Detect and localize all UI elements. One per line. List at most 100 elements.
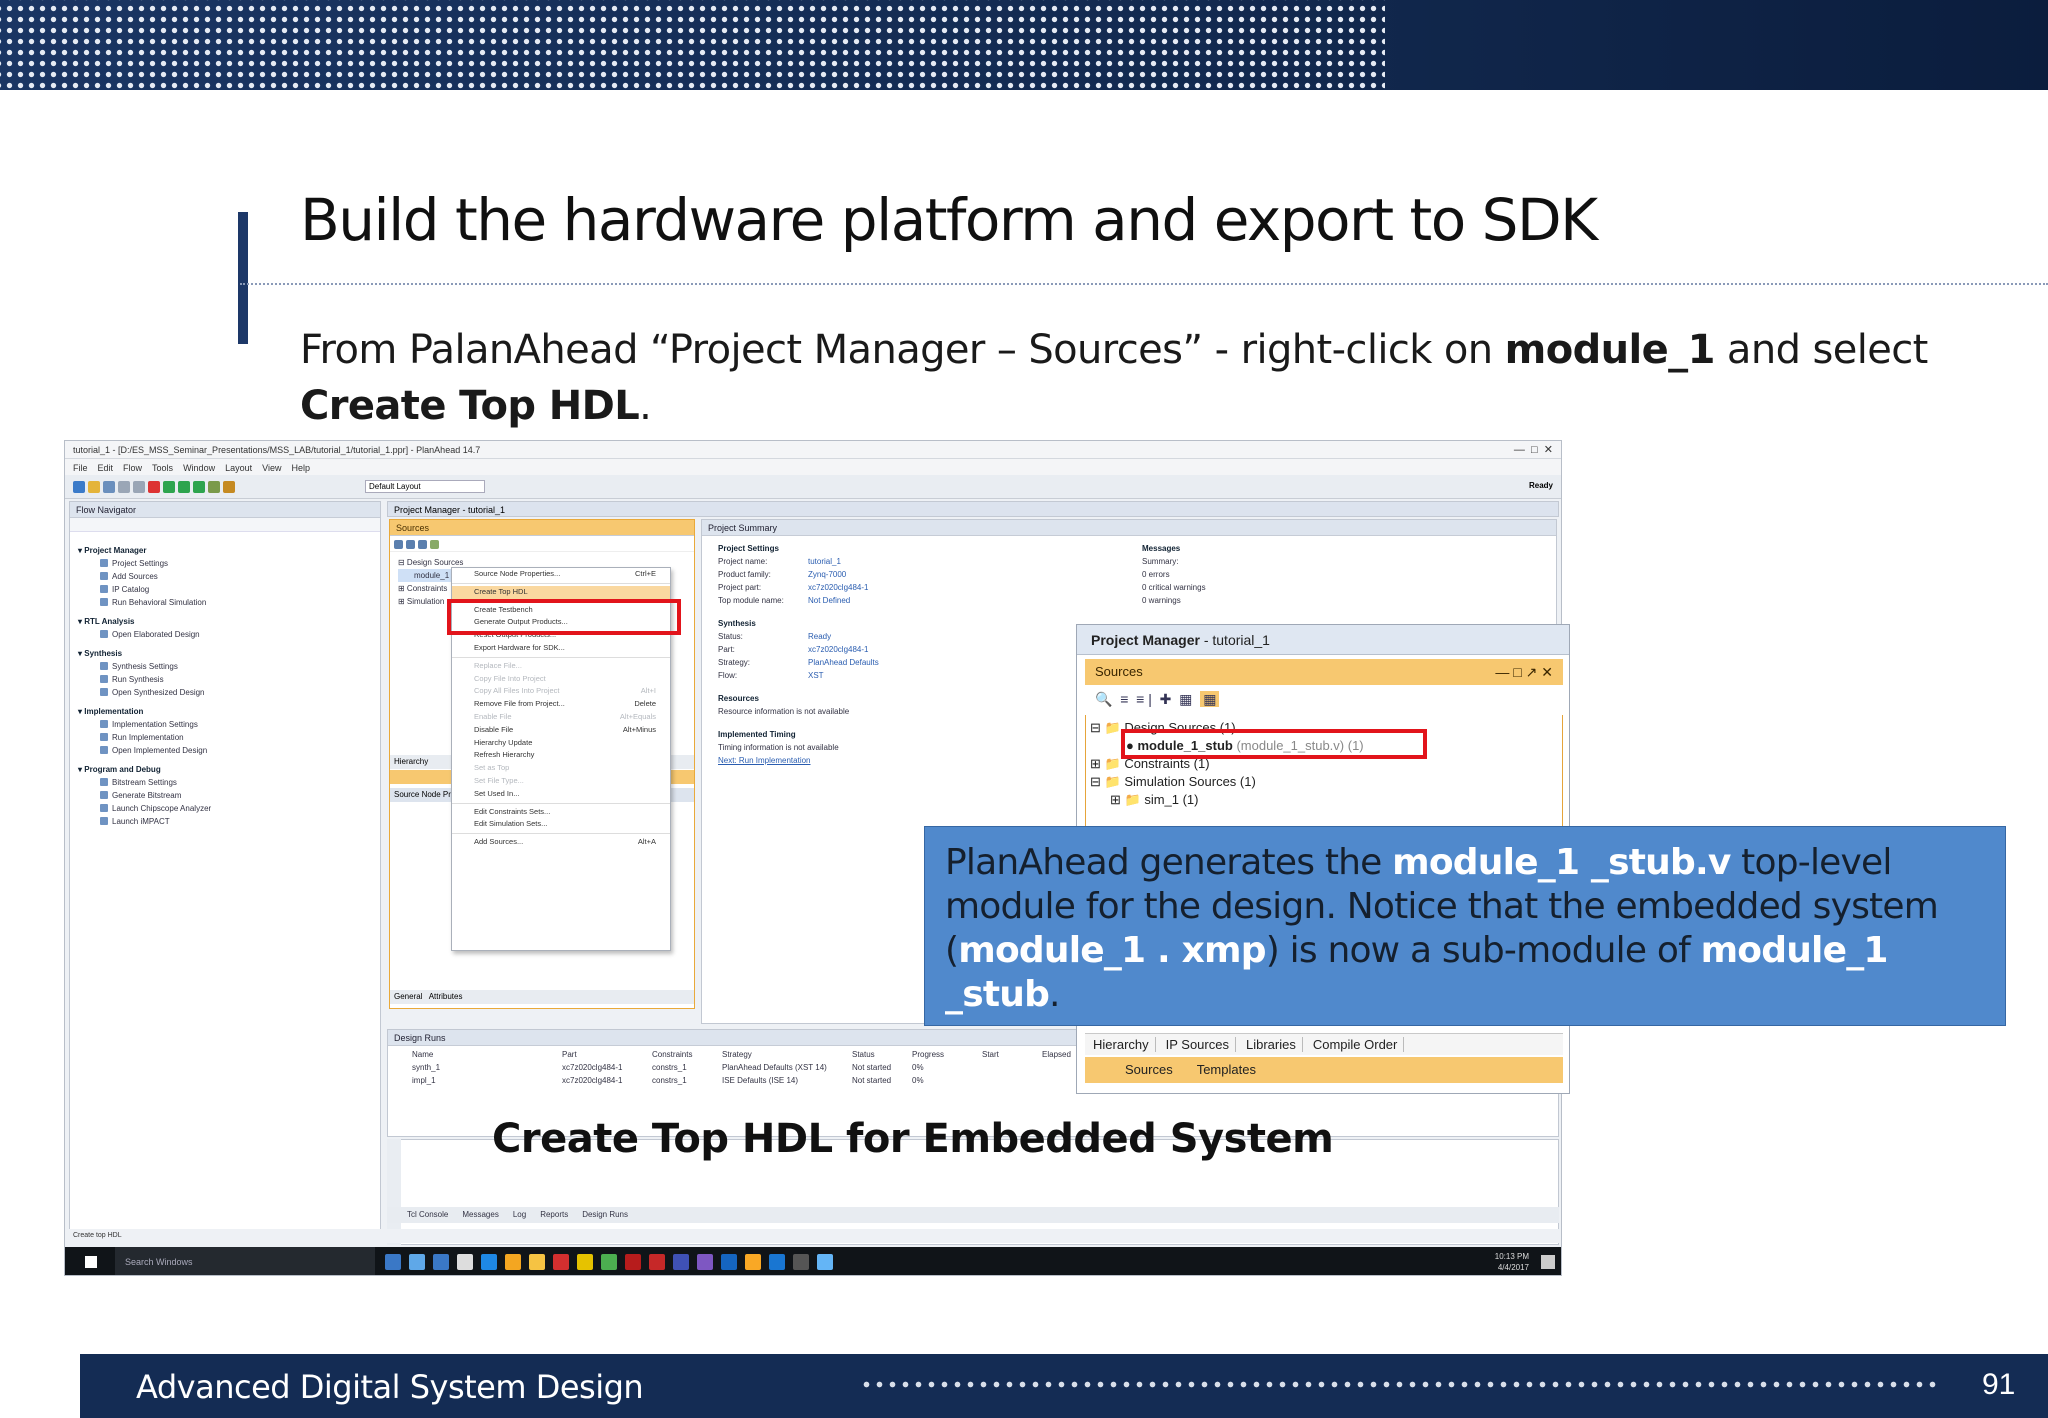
expand-all-icon[interactable]: ≡	[1136, 691, 1144, 707]
context-menu-item[interactable]: Set File Type...	[452, 775, 670, 788]
flow-nav-item[interactable]: Launch iMPACT	[78, 815, 380, 828]
app-icon[interactable]	[625, 1254, 641, 1270]
flow-nav-item[interactable]: Open Implemented Design	[78, 744, 380, 757]
new-project-icon[interactable]	[73, 481, 85, 493]
app-icon[interactable]	[817, 1254, 833, 1270]
inset-sources-tabs[interactable]: Sources Templates	[1085, 1057, 1563, 1083]
add-sources-icon[interactable]: ✚	[1160, 691, 1172, 707]
app-icon[interactable]	[577, 1254, 593, 1270]
inset-tab[interactable]: Libraries	[1245, 1037, 1303, 1052]
context-menu-item[interactable]: Edit Simulation Sets...	[452, 818, 670, 831]
properties-icon[interactable]: ▦	[1179, 691, 1192, 707]
expand-icon[interactable]	[418, 540, 427, 549]
bitstream-icon[interactable]	[208, 481, 220, 493]
app-icon[interactable]	[769, 1254, 785, 1270]
flow-nav-item[interactable]: Implementation Settings	[78, 718, 380, 731]
flow-nav-item[interactable]: IP Catalog	[78, 583, 380, 596]
redo-icon[interactable]	[133, 481, 145, 493]
flow-navigator-tools[interactable]	[70, 518, 380, 532]
window-controls[interactable]: — □ ✕	[1514, 441, 1553, 459]
context-menu-item[interactable]: Hierarchy Update	[452, 737, 670, 750]
properties-tabs[interactable]: General Attributes	[390, 990, 694, 1004]
timing-next-link[interactable]: Next: Run Implementation	[718, 754, 1098, 767]
menu-item[interactable]: Help	[291, 463, 310, 473]
flow-nav-item[interactable]: Synthesis Settings	[78, 660, 380, 673]
context-menu-item[interactable]: Export Hardware for SDK...	[452, 642, 670, 655]
menu-items[interactable]: File Edit Flow Tools Window Layout View Help	[73, 463, 320, 473]
menu-item[interactable]: Edit	[98, 463, 114, 473]
inset-tab[interactable]: Hierarchy	[1093, 1037, 1156, 1052]
project-summary-tab[interactable]: Project Summary	[702, 520, 1556, 536]
open-icon[interactable]	[88, 481, 100, 493]
inset-tab[interactable]: Sources	[1125, 1062, 1173, 1077]
search-icon[interactable]	[394, 540, 403, 549]
console-tab[interactable]: Log	[513, 1210, 526, 1219]
search-icon[interactable]: 🔍	[1095, 691, 1112, 707]
app-icon[interactable]	[553, 1254, 569, 1270]
app-icon[interactable]	[793, 1254, 809, 1270]
app-icon[interactable]	[433, 1254, 449, 1270]
console-tab[interactable]: Reports	[540, 1210, 568, 1219]
taskbar-search[interactable]: Search Windows	[115, 1247, 375, 1275]
context-menu-item[interactable]: Edit Constraints Sets...	[452, 806, 670, 819]
menu-item[interactable]: File	[73, 463, 88, 473]
flow-nav-item[interactable]: Project Settings	[78, 557, 380, 570]
program-icon[interactable]	[223, 481, 235, 493]
inset-tree-simulation[interactable]: ⊟ 📁 Simulation Sources (1)	[1090, 773, 1256, 790]
app-icon[interactable]	[481, 1254, 497, 1270]
notification-icon[interactable]	[1541, 1255, 1555, 1269]
inset-tab[interactable]: IP Sources	[1165, 1037, 1236, 1052]
sources-toolbar[interactable]	[390, 536, 694, 552]
console-tab[interactable]: Messages	[462, 1210, 498, 1219]
context-menu-item[interactable]: Source Node Properties... Ctrl+E	[452, 568, 670, 581]
context-menu-item[interactable]: Copy File Into Project	[452, 673, 670, 686]
collapse-icon[interactable]	[406, 540, 415, 549]
flow-nav-item[interactable]: ▾ Implementation	[78, 705, 380, 718]
context-menu-item[interactable]: Replace File...	[452, 660, 670, 673]
save-icon[interactable]	[103, 481, 115, 493]
layout-select[interactable]: Default Layout	[365, 480, 485, 493]
menu-item[interactable]: Flow	[123, 463, 142, 473]
add-sources-icon[interactable]	[430, 540, 439, 549]
app-icon[interactable]	[649, 1254, 665, 1270]
context-menu-item[interactable]: Disable File Alt+Minus	[452, 724, 670, 737]
menu-item[interactable]: View	[262, 463, 281, 473]
flow-nav-item[interactable]: ▾ Synthesis	[78, 647, 380, 660]
run-impl-icon[interactable]	[193, 481, 205, 493]
flow-nav-item[interactable]: Add Sources	[78, 570, 380, 583]
flow-nav-item[interactable]: Launch Chipscope Analyzer	[78, 802, 380, 815]
flow-nav-item[interactable]: Bitstream Settings	[78, 776, 380, 789]
delete-icon[interactable]	[148, 481, 160, 493]
inset-tab[interactable]: Compile Order	[1312, 1037, 1405, 1052]
app-icon[interactable]	[697, 1254, 713, 1270]
app-icon[interactable]	[673, 1254, 689, 1270]
context-menu-item[interactable]: Set Used In...	[452, 788, 670, 801]
flow-nav-item[interactable]: Open Elaborated Design	[78, 628, 380, 641]
menu-item[interactable]: Tools	[152, 463, 173, 473]
taskbar-clock[interactable]: 10:13 PM 4/4/2017	[1495, 1251, 1529, 1273]
flow-nav-item[interactable]: Run Behavioral Simulation	[78, 596, 380, 609]
inset-hierarchy-tabs[interactable]: Hierarchy IP Sources Libraries Compile Orde…	[1085, 1033, 1563, 1055]
inset-tree-sim-1[interactable]: ⊞ 📁 sim_1 (1)	[1110, 791, 1199, 808]
context-menu-item[interactable]: Add Sources... Alt+A	[452, 836, 670, 849]
console-tab[interactable]: Tcl Console	[407, 1210, 448, 1219]
context-menu-item[interactable]: Set as Top	[452, 762, 670, 775]
context-menu-item[interactable]: Create Top HDL	[452, 585, 670, 599]
windows-start-icon[interactable]	[85, 1256, 97, 1268]
hierarchy-icon[interactable]: ▦	[1200, 691, 1220, 707]
app-icon[interactable]	[601, 1254, 617, 1270]
flow-nav-item[interactable]: ▾ Project Manager	[78, 544, 380, 557]
app-icon[interactable]	[457, 1254, 473, 1270]
inset-tab[interactable]: Templates	[1197, 1062, 1256, 1077]
menu-item[interactable]: Window	[183, 463, 215, 473]
flow-nav-item[interactable]: ▾ RTL Analysis	[78, 615, 380, 628]
app-icon[interactable]	[505, 1254, 521, 1270]
app-icon[interactable]	[721, 1254, 737, 1270]
flow-nav-item[interactable]: Open Synthesized Design	[78, 686, 380, 699]
undo-icon[interactable]	[118, 481, 130, 493]
context-menu-item[interactable]: Remove File from Project... Delete	[452, 698, 670, 711]
context-menu-item[interactable]: Refresh Hierarchy	[452, 749, 670, 762]
app-icon[interactable]	[745, 1254, 761, 1270]
flow-nav-item[interactable]: Generate Bitstream	[78, 789, 380, 802]
app-icon[interactable]	[385, 1254, 401, 1270]
